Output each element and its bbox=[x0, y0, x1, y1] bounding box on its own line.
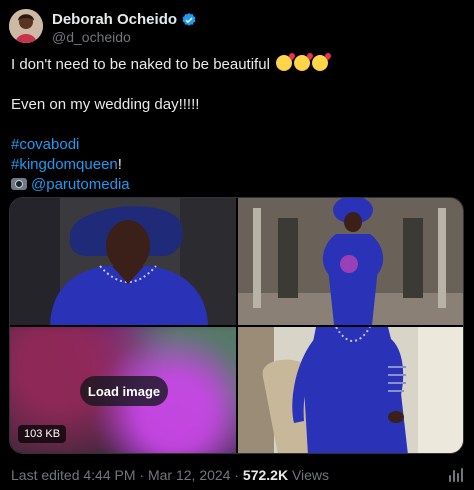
analytics-icon[interactable] bbox=[448, 467, 464, 483]
load-image-button[interactable]: Load image bbox=[80, 376, 168, 406]
verified-badge-icon bbox=[181, 12, 197, 28]
smiling-face-with-hearts-icon bbox=[294, 55, 311, 71]
media-photo-blurred[interactable]: Load image 103 KB bbox=[10, 327, 236, 453]
hashtag-suffix: ! bbox=[117, 156, 122, 173]
hashtag-link[interactable]: #kingdomqueen bbox=[11, 156, 118, 173]
media-grid: Load image 103 KB bbox=[9, 197, 464, 454]
image-size-badge: 103 KB bbox=[18, 425, 67, 443]
smiling-face-with-hearts-icon bbox=[276, 55, 293, 71]
mention-link[interactable]: @parutomedia bbox=[31, 176, 130, 193]
views-count: 572.2K bbox=[242, 467, 289, 483]
tweet-meta: Last edited 4:44 PM · Mar 12, 2024 · 572… bbox=[11, 467, 329, 483]
author-handle[interactable]: @d_ocheido bbox=[52, 29, 131, 45]
views-label: Views bbox=[288, 467, 330, 483]
media-photo-2[interactable] bbox=[238, 198, 463, 325]
tweet-text: I don't need to be naked to be beautiful… bbox=[11, 55, 461, 195]
camera-flash-icon bbox=[11, 178, 27, 190]
media-photo-1[interactable] bbox=[10, 198, 236, 325]
hashtag-link[interactable]: #covabodi bbox=[11, 136, 79, 153]
author-name[interactable]: Deborah Ocheido bbox=[52, 11, 177, 28]
tweet-line-1: I don't need to be naked to be beautiful bbox=[11, 56, 270, 73]
media-photo-4[interactable] bbox=[238, 327, 463, 453]
edited-timestamp[interactable]: Last edited 4:44 PM · Mar 12, 2024 · bbox=[11, 467, 243, 483]
smiling-face-with-hearts-icon bbox=[312, 55, 329, 71]
avatar[interactable] bbox=[9, 9, 43, 43]
tweet-line-2: Even on my wedding day!!!!! bbox=[11, 96, 200, 113]
